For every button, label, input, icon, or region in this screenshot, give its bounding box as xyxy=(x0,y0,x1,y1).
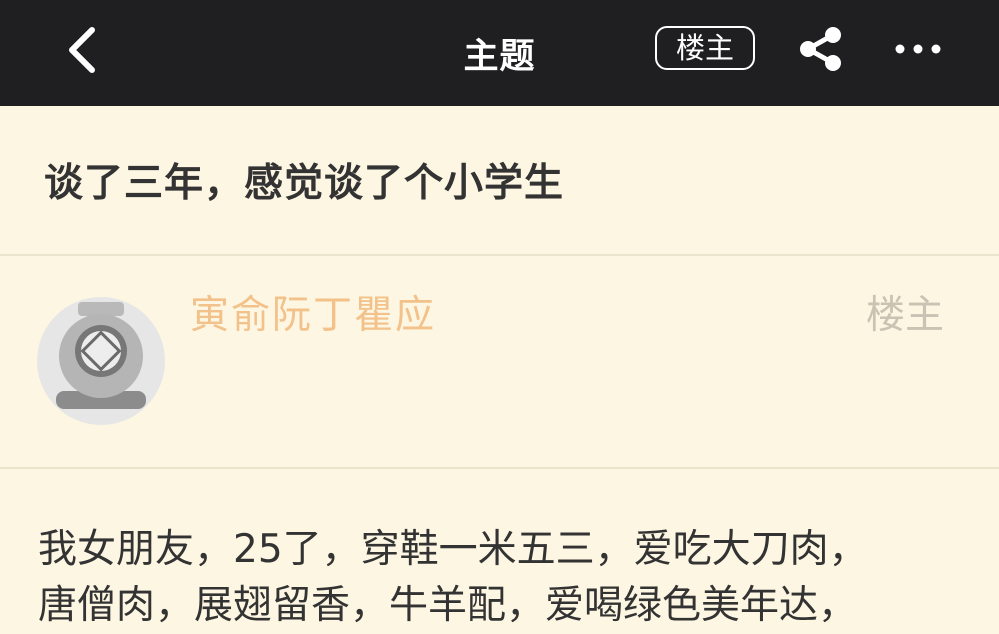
diving-helmet-avatar xyxy=(37,297,165,425)
post-title: 谈了三年，感觉谈了个小学生 xyxy=(44,161,565,206)
post-content-line: 我女朋友，25了，穿鞋一米五三，爱吃大刀肉， xyxy=(38,527,868,572)
divider xyxy=(0,254,999,256)
top-navigation-bar: 主题 楼主 xyxy=(0,0,999,106)
op-label: 楼主 xyxy=(866,293,945,338)
post-content: 我女朋友，25了，穿鞋一米五三，爱吃大刀肉， 唐僧肉，展翅留香，牛羊配，爱喝绿色… xyxy=(38,522,968,634)
only-op-toggle[interactable]: 楼主 xyxy=(655,26,755,70)
share-icon xyxy=(800,27,841,71)
more-button[interactable] xyxy=(893,36,943,62)
page-title: 主题 xyxy=(463,37,536,77)
more-icon xyxy=(895,44,941,54)
post-content-line: 唐僧肉，展翅留香，牛羊配，爱喝绿色美年达， xyxy=(38,583,858,628)
share-button[interactable] xyxy=(796,26,846,72)
author-name[interactable]: 寅俞阮丁瞿应 xyxy=(190,284,436,340)
author-avatar[interactable] xyxy=(36,296,166,426)
divider xyxy=(0,467,999,469)
